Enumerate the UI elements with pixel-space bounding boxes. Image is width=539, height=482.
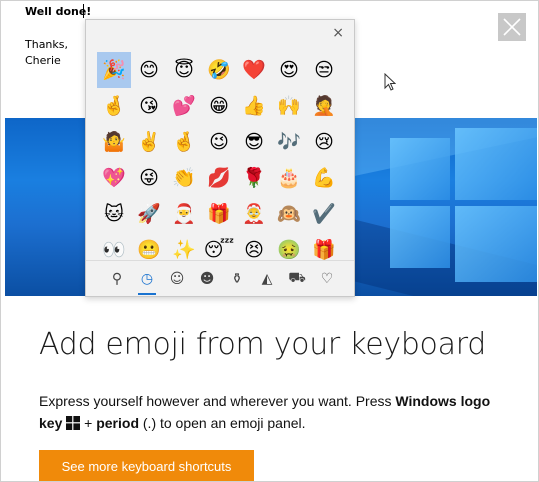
travel-icon: ⛟ (288, 269, 306, 286)
emoji-cell[interactable]: 😘 (132, 88, 166, 124)
emoji-cell[interactable]: 🎂 (272, 160, 306, 196)
emoji-cell[interactable]: 💕 (167, 88, 201, 124)
mouse-pointer-icon (384, 73, 396, 91)
emoji-cell[interactable]: 💋 (202, 160, 236, 196)
emoji-panel-close-button[interactable]: × (332, 26, 344, 40)
emoji-cell[interactable]: 🎅 (167, 196, 201, 232)
people-icon: ☻ (199, 270, 215, 287)
emoji-panel: × 🎉 😊 😇 🤣 ❤️ 😍 😒 🤞 😘 💕 😁 👍 🙌 🤦 🤷 ✌️ 🤞 😉 😎 🎶 😢 💖 😜 👏 💋 🌹 🎂 💪 🐱 🚀 🎅 🎁 🤶 🙉 ✔️… (85, 19, 355, 297)
recent-icon: ◷ (140, 270, 154, 287)
tab-search[interactable]: ⚲ (102, 264, 132, 294)
close-button[interactable] (498, 13, 526, 41)
emoji-cell[interactable]: 👍 (237, 88, 271, 124)
emoji-cell[interactable]: 🤦 (307, 88, 341, 124)
emoji-cell[interactable]: 💪 (307, 160, 341, 196)
emoji-cell[interactable]: 🎉 (97, 52, 131, 88)
emoji-cell[interactable]: 😎 (237, 124, 271, 160)
emoji-cell[interactable]: 😢 (307, 124, 341, 160)
emoji-cell[interactable]: ✌️ (132, 124, 166, 160)
window-frame: Well done! Thanks, Cherie × 🎉 😊 😇 🤣 ❤️ 😍 😒 🤞 😘 💕 😁… (0, 0, 539, 482)
emoji-cell[interactable]: ✔️ (307, 196, 341, 232)
emoji-cell[interactable]: 🤞 (97, 88, 131, 124)
emoji-cell[interactable]: 🤶 (237, 196, 271, 232)
tab-travel[interactable]: ⛟ (282, 264, 312, 294)
tab-celebration[interactable]: ⚱ (222, 264, 252, 294)
period-key-label: period (96, 415, 139, 431)
emoji-cell[interactable]: 😊 (132, 52, 166, 88)
emoji-cell[interactable]: 🤷 (97, 124, 131, 160)
emoji-cell[interactable]: 🤣 (202, 52, 236, 88)
email-signature: Cherie (25, 54, 61, 67)
emoji-cell[interactable]: 🙌 (272, 88, 306, 124)
emoji-cell[interactable]: 😍 (272, 52, 306, 88)
windows-logo-icon (66, 416, 81, 430)
emoji-cell[interactable]: 😒 (307, 52, 341, 88)
food-icon: ◭ (261, 270, 273, 287)
emoji-category-tabs: ⚲ ◷ ☺ ☻ ⚱ ◭ ⛟ ♡ (86, 260, 354, 296)
emoji-cell[interactable]: 🚀 (132, 196, 166, 232)
page-title: Add emoji from your keyboard (39, 327, 486, 362)
email-signoff: Thanks, (25, 38, 69, 51)
email-greeting: Well done! (25, 5, 92, 18)
tab-food[interactable]: ◭ (252, 264, 282, 294)
celebration-icon: ⚱ (231, 270, 243, 287)
emoji-cell[interactable]: 🎶 (272, 124, 306, 160)
emoji-cell[interactable]: 🙉 (272, 196, 306, 232)
see-more-shortcuts-button[interactable]: See more keyboard shortcuts (39, 450, 254, 481)
emoji-cell[interactable]: 🐱 (97, 196, 131, 232)
emoji-cell[interactable]: 🎁 (202, 196, 236, 232)
tab-recent[interactable]: ◷ (132, 264, 162, 295)
tab-symbols[interactable]: ♡ (312, 264, 342, 294)
emoji-cell[interactable]: 😇 (167, 52, 201, 88)
description-text-3: (.) to open an emoji panel. (139, 415, 306, 431)
emoji-cell[interactable]: 😉 (202, 124, 236, 160)
tab-smileys[interactable]: ☺ (162, 264, 192, 294)
emoji-cell[interactable]: ❤️ (237, 52, 271, 88)
emoji-cell[interactable]: 🤞 (167, 124, 201, 160)
tab-people[interactable]: ☻ (192, 264, 222, 294)
emoji-cell[interactable]: 😜 (132, 160, 166, 196)
search-icon: ⚲ (111, 270, 123, 287)
emoji-cell[interactable]: 🌹 (237, 160, 271, 196)
description: Express yourself however and wherever yo… (39, 390, 499, 434)
emoji-cell[interactable]: 😁 (202, 88, 236, 124)
description-text-1: Express yourself however and wherever yo… (39, 393, 396, 409)
emoji-cell[interactable]: 👏 (167, 160, 201, 196)
emoji-cell[interactable]: 💖 (97, 160, 131, 196)
symbols-icon: ♡ (320, 270, 334, 287)
emoji-grid: 🎉 😊 😇 🤣 ❤️ 😍 😒 🤞 😘 💕 😁 👍 🙌 🤦 🤷 ✌️ 🤞 😉 😎 🎶 😢 💖 😜 👏 💋 🌹 🎂 💪 🐱 🚀 🎅 🎁 🤶 🙉 ✔️ 👀 😬… (97, 52, 341, 268)
description-text-2: + (80, 415, 97, 431)
close-icon (503, 18, 521, 36)
smileys-icon: ☺ (169, 270, 185, 287)
text-caret (83, 4, 84, 18)
